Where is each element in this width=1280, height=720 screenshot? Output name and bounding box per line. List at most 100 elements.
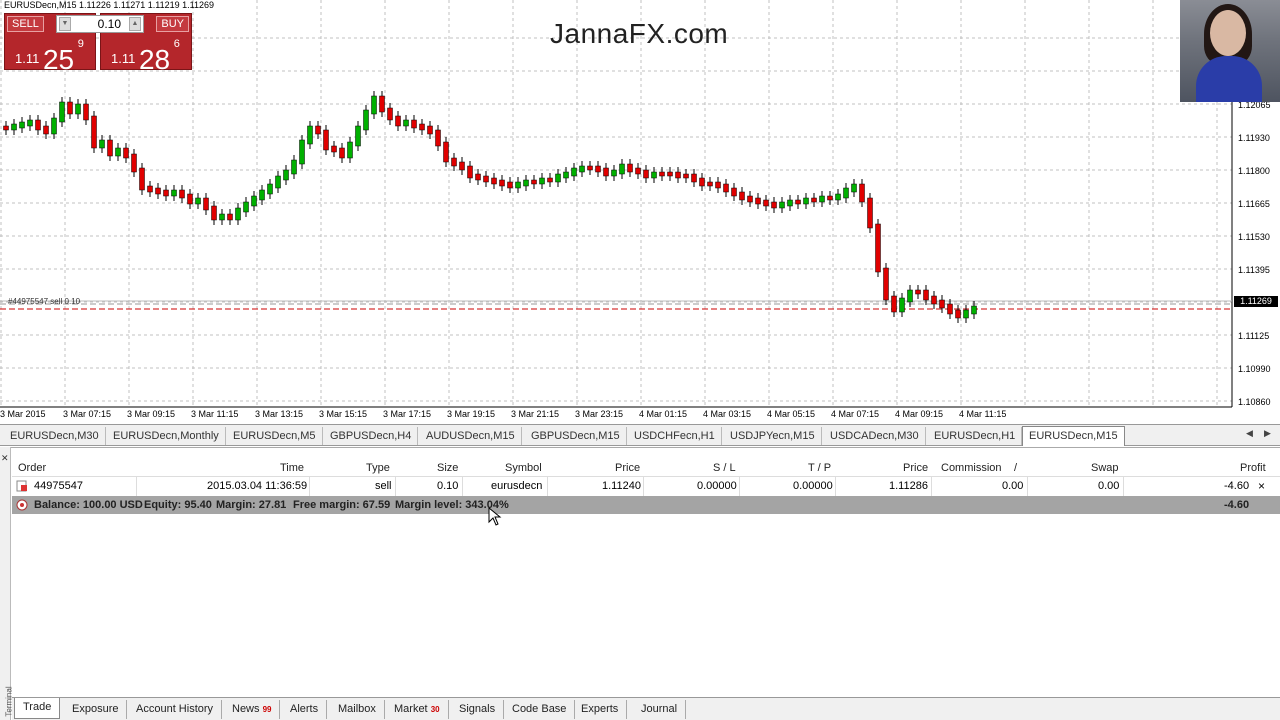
candle-body [523,179,529,187]
sell-price-prefix: 1.11 [15,51,40,66]
candle-body [939,299,945,309]
candle-body [155,187,161,195]
buy-label: BUY [156,16,189,32]
price-axis-label: 1.11665 [1238,199,1270,209]
tab-scroll-right-icon[interactable]: ▶ [1264,428,1271,439]
candle-body [83,103,89,121]
tab-account-history[interactable]: Account History [128,700,223,719]
time-axis-label: 3 Mar 09:15 [127,409,176,419]
tab-alerts[interactable]: Alerts [282,700,328,719]
chart-area[interactable]: EURUSDecn,M15 1.11226 1.11271 1.11219 1.… [0,0,1280,424]
col-header-symbol[interactable]: Symbol [505,459,542,477]
tab-code-base[interactable]: Code Base [504,700,576,719]
candle-body [619,163,625,175]
chart-tab[interactable]: EURUSDecn,Monthly [107,427,226,445]
price-axis-label: 1.11125 [1238,331,1270,341]
col-header-type[interactable]: Type [366,459,390,477]
column-separator [462,477,463,496]
col-header-price[interactable]: Price [615,459,640,477]
col-header-swap[interactable]: Swap [1091,459,1119,477]
balance-text: Balance: 100.00 USD [34,499,143,511]
buy-price-big: 28 [138,44,171,75]
terminal-side-bar: ✕ Terminal [0,447,14,720]
price-chart[interactable] [0,0,1280,424]
candle-body [99,139,105,149]
chart-tab[interactable]: GBPUSDecn,M15 [525,427,627,445]
order-size: 0.10 [437,480,459,492]
close-icon[interactable]: ✕ [1,453,9,464]
tab-scroll-left-icon[interactable]: ◀ [1246,428,1253,439]
mouse-cursor-icon [488,507,502,526]
chart-tab[interactable]: USDCADecn,M30 [824,427,926,445]
candle-body [547,177,553,183]
candle-body [659,171,665,177]
time-axis-label: 3 Mar 19:15 [447,409,496,419]
col-header-size[interactable]: Size [437,459,458,477]
candle-body [667,171,673,177]
col-header-order[interactable]: Order [18,459,46,477]
column-separator [931,477,932,496]
chart-tab[interactable]: USDCHFecn,H1 [628,427,722,445]
candle-body [411,119,417,129]
time-axis-label: 3 Mar 21:15 [511,409,560,419]
candle-body [91,115,97,149]
candle-body [395,115,401,127]
tab-exposure[interactable]: Exposure [64,700,128,719]
tab-trade[interactable]: Trade [14,698,61,719]
time-axis-label: 3 Mar 23:15 [575,409,624,419]
order-symbol: eurusdecn [491,480,543,492]
lot-increase-icon[interactable]: ▲ [129,17,141,31]
chart-tab[interactable]: EURUSDecn,M5 [227,427,323,445]
candle-body [515,181,521,189]
col-header-sort-icon[interactable]: / [1014,459,1017,477]
price-axis-label: 1.11395 [1238,265,1270,275]
candle-body [315,125,321,135]
lot-size-input[interactable]: ▼ 0.10 ▲ [56,15,144,33]
table-row[interactable] [12,477,1280,496]
col-header-commission[interactable]: Commission [941,459,1002,477]
col-header-time[interactable]: Time [280,459,304,477]
chart-tab[interactable]: AUDUSDecn,M15 [420,427,522,445]
close-order-icon[interactable]: × [1258,477,1265,496]
order-tp[interactable]: 0.00000 [793,477,833,496]
chart-tab-active[interactable]: EURUSDecn,M15 [1022,426,1125,446]
candle-body [459,161,465,171]
candle-body [731,187,737,197]
candle-body [835,193,841,201]
tab-experts[interactable]: Experts [573,700,628,719]
candle-body [499,179,505,187]
tab-market[interactable]: Market 30 [386,700,449,719]
lot-decrease-icon[interactable]: ▼ [59,17,71,31]
tab-news[interactable]: News 99 [224,700,281,719]
col-header-tp[interactable]: T / P [808,459,831,477]
order-swap: 0.00 [1098,480,1120,492]
candle-body [579,165,585,173]
table-header [12,457,1280,477]
candle-body [387,107,393,121]
order-time: 2015.03.04 11:36:59 [207,480,308,492]
candle-body [891,295,897,313]
chart-tab[interactable]: EURUSDecn,H1 [928,427,1023,445]
chart-tab[interactable]: GBPUSDecn,H4 [324,427,419,445]
candle-body [107,139,113,157]
chart-tab[interactable]: EURUSDecn,M30 [4,427,106,445]
price-axis-label: 1.10990 [1238,364,1271,374]
col-header-current-price[interactable]: Price [903,459,928,477]
presenter-face [1210,10,1246,56]
candle-body [123,147,129,159]
col-header-profit[interactable]: Profit [1240,459,1266,477]
candle-body [267,183,273,195]
candle-body [147,185,153,193]
candle-body [259,189,265,201]
candle-body [331,145,337,153]
candle-body [723,183,729,193]
order-line-label: #44975547 sell 0.10 [8,297,81,306]
order-sl[interactable]: 0.00000 [697,477,737,496]
tab-signals[interactable]: Signals [451,700,505,719]
chart-tab[interactable]: USDJPYecn,M15 [724,427,822,445]
col-header-sl[interactable]: S / L [713,459,736,477]
market-count-badge: 30 [430,705,440,714]
tab-mailbox[interactable]: Mailbox [330,700,385,719]
tab-journal[interactable]: Journal [633,700,687,719]
candle-body [235,207,241,221]
